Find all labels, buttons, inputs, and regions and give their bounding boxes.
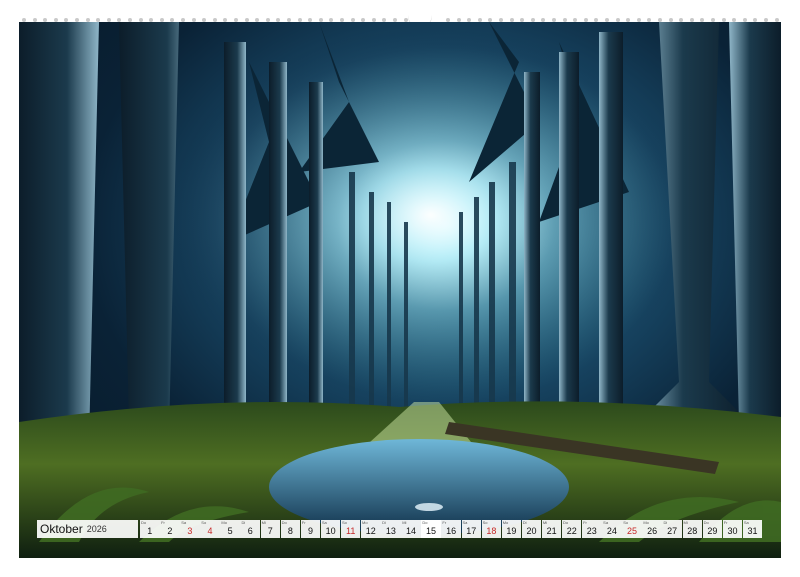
forest-scene (19, 22, 781, 558)
day-number: 19 (506, 526, 517, 536)
day-cell: Sa 31 (742, 520, 763, 538)
day-number: 27 (667, 526, 678, 536)
day-number: 3 (187, 526, 193, 536)
day-number: 6 (247, 526, 253, 536)
year-label: 2026 (86, 524, 107, 534)
day-number: 24 (606, 526, 617, 536)
day-number: 11 (346, 526, 356, 536)
day-number: 2 (167, 526, 173, 536)
day-cell: So 4 (200, 520, 220, 538)
day-number: 26 (647, 526, 658, 536)
day-cell: Sa 10 (320, 520, 341, 538)
day-cell: Do 15 (421, 520, 441, 538)
day-number: 1 (147, 526, 153, 536)
forest-photo (19, 22, 781, 558)
day-cell: Sa 24 (602, 520, 622, 538)
day-cell: So 25 (622, 520, 642, 538)
day-number: 20 (526, 526, 537, 536)
day-cell: Mi 14 (401, 520, 421, 538)
day-cell: Mo 19 (501, 520, 522, 538)
day-number: 22 (566, 526, 577, 536)
day-cell: Fr 9 (300, 520, 321, 538)
month-label: Oktober 2026 (37, 520, 138, 538)
day-cell: Fr 2 (160, 520, 180, 538)
day-cell: Sa 17 (461, 520, 481, 538)
day-number: 31 (747, 526, 758, 536)
day-number: 17 (466, 526, 477, 536)
calendar-strip: Oktober 2026 Do 1 Fr 2 Sa 3 So 4 Mo 5 Di 6 Mi 7 Do 8 Fr 9… (37, 520, 763, 540)
day-cell: Mi 21 (541, 520, 562, 538)
day-cell: So 18 (481, 520, 502, 538)
day-number: 13 (385, 526, 396, 536)
day-number: 12 (365, 526, 376, 536)
day-cell: Mo 26 (642, 520, 662, 538)
day-number: 18 (486, 526, 497, 536)
day-cell: Mi 28 (682, 520, 703, 538)
day-cell: Sa 3 (180, 520, 200, 538)
day-cell: So 11 (340, 520, 361, 538)
day-cell: Fr 23 (582, 520, 602, 538)
day-cell: Mo 12 (361, 520, 381, 538)
day-cell: Di 6 (240, 520, 260, 538)
day-cell: Do 22 (561, 520, 582, 538)
pond-reflection (415, 503, 443, 511)
day-cell: Do 8 (280, 520, 301, 538)
day-cell: Do 29 (702, 520, 723, 538)
day-number: 23 (586, 526, 597, 536)
day-cell: Di 13 (381, 520, 401, 538)
day-cells: Do 1 Fr 2 Sa 3 So 4 Mo 5 Di 6 Mi 7 Do 8 Fr 9 Sa 10 So 11 Mo 12 D… (140, 520, 763, 540)
day-number: 29 (707, 526, 718, 536)
day-number: 7 (267, 526, 273, 536)
day-cell: Di 20 (521, 520, 542, 538)
day-cell: Mo 5 (220, 520, 240, 538)
month-name: Oktober (40, 522, 83, 536)
day-cell: Fr 30 (722, 520, 743, 538)
day-number: 5 (227, 526, 233, 536)
day-number: 15 (426, 526, 437, 536)
day-cell: Di 27 (662, 520, 682, 538)
day-cell: Mi 7 (260, 520, 281, 538)
day-number: 28 (687, 526, 698, 536)
day-cell: Do 1 (140, 520, 160, 538)
day-number: 8 (287, 526, 293, 536)
day-number: 14 (405, 526, 416, 536)
day-number: 4 (207, 526, 213, 536)
day-number: 9 (307, 526, 313, 536)
day-number: 25 (626, 526, 637, 536)
day-number: 21 (546, 526, 557, 536)
day-number: 10 (325, 526, 336, 536)
day-cell: Fr 16 (441, 520, 461, 538)
day-number: 30 (727, 526, 738, 536)
day-number: 16 (446, 526, 457, 536)
